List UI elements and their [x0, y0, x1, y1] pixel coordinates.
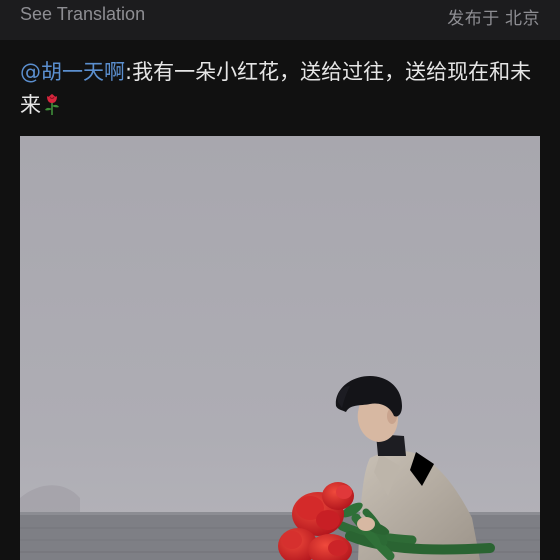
- post-location: 发布于 北京: [447, 9, 540, 28]
- see-translation-link[interactable]: See Translation: [20, 4, 145, 25]
- translation-bar: See Translation 发布于 北京: [0, 0, 560, 40]
- post-photo[interactable]: [20, 136, 540, 560]
- balloon-rose: [322, 482, 354, 510]
- post-text: @胡一天啊:我有一朵小红花，送给过往，送给现在和未来: [20, 56, 540, 122]
- photo-image: [20, 136, 540, 560]
- post-detail-view: See Translation 发布于 北京 @胡一天啊:我有一朵小红花，送给过…: [0, 0, 560, 560]
- rose-icon: [45, 94, 59, 115]
- user-mention-link[interactable]: @胡一天啊: [20, 60, 125, 84]
